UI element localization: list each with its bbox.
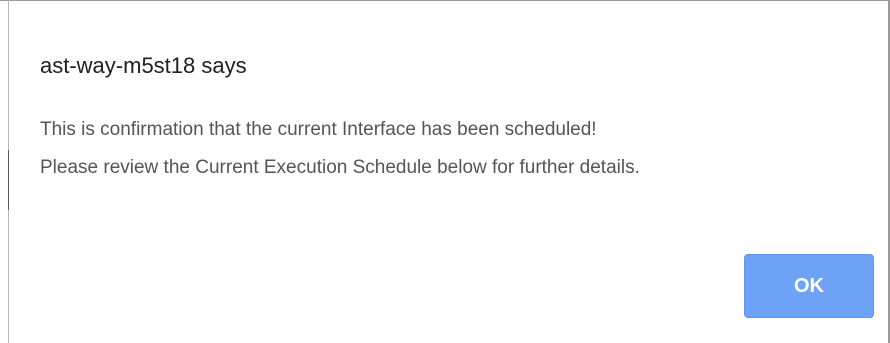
- dialog-title: ast-way-m5st18 says: [40, 53, 247, 78]
- dialog-message-line: Please review the Current Execution Sche…: [40, 157, 640, 178]
- dialog-message-line: This is confirmation that the current In…: [40, 119, 597, 140]
- ok-button[interactable]: OK: [744, 254, 874, 318]
- dialog-message: This is confirmation that the current In…: [40, 113, 640, 189]
- alert-dialog: ast-way-m5st18 says This is confirmation…: [9, 1, 888, 343]
- page: ast-way-m5st18 says This is confirmation…: [0, 0, 890, 343]
